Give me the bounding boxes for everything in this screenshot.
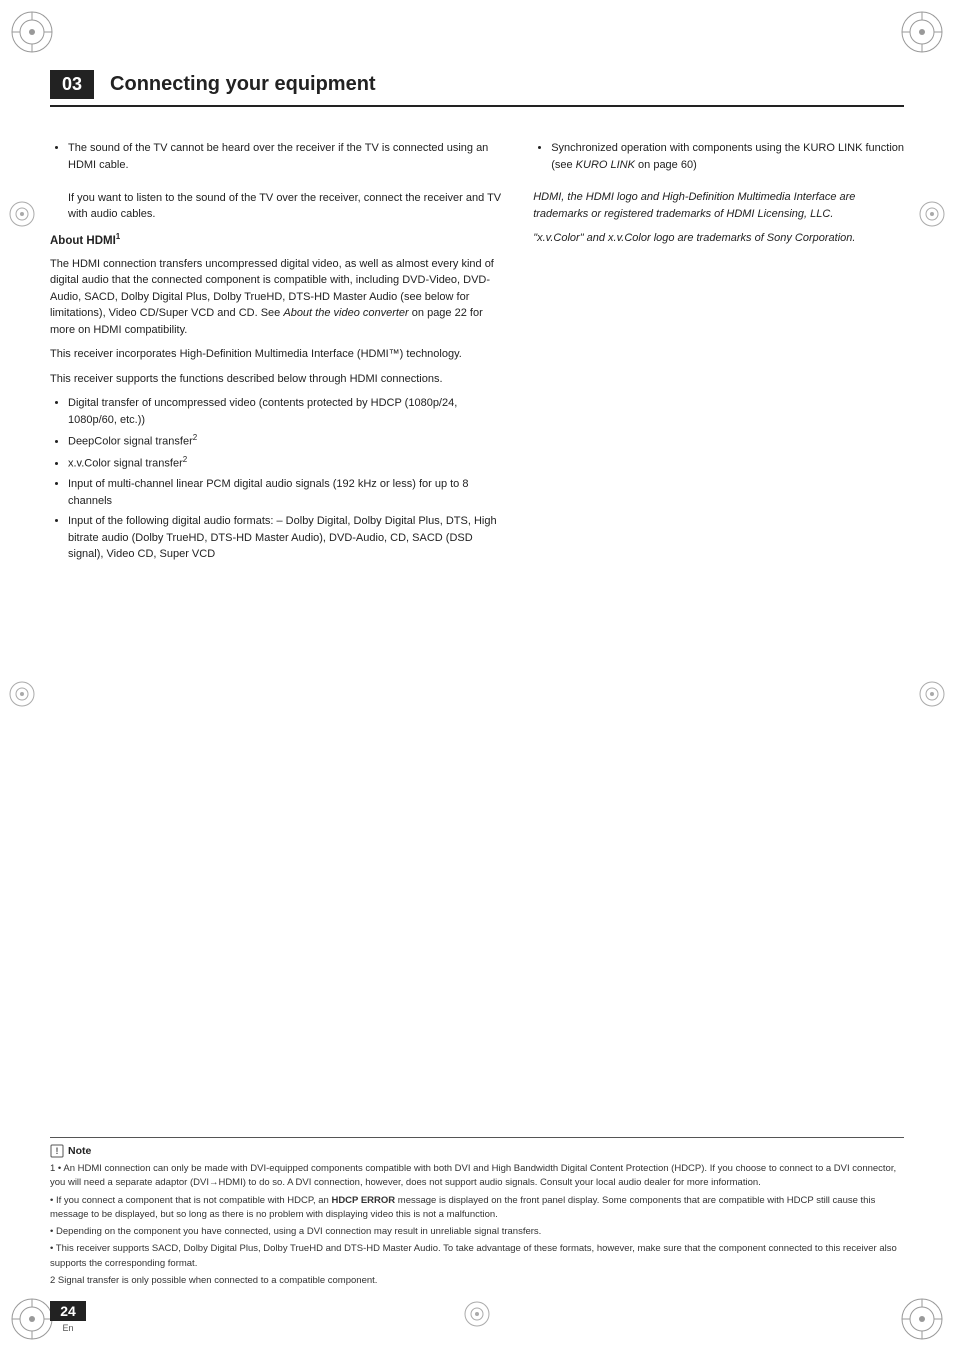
note-item-1: 1 • An HDMI connection can only be made … xyxy=(50,1162,904,1191)
corner-decoration-tl xyxy=(8,8,56,56)
hdmi-para2: This receiver incorporates High-Definiti… xyxy=(50,346,503,363)
xvcolor-trademark: "x.v.Color" and x.v.Color logo are trade… xyxy=(533,230,904,247)
side-decoration-right-mid xyxy=(918,680,946,711)
note-label: Note xyxy=(68,1145,91,1157)
note-item-5: 2 Signal transfer is only possible when … xyxy=(50,1274,904,1288)
side-decoration-left-mid xyxy=(8,680,36,711)
hdmi-para1: The HDMI connection transfers uncompress… xyxy=(50,256,503,339)
note-item-2: • If you connect a component that is not… xyxy=(50,1194,904,1223)
left-column: The sound of the TV cannot be heard over… xyxy=(50,140,503,571)
svg-text:!: ! xyxy=(56,1146,59,1156)
list-item: Input of the following digital audio for… xyxy=(68,513,503,563)
chapter-title: Connecting your equipment xyxy=(110,73,376,96)
corner-decoration-br xyxy=(898,1295,946,1343)
list-item: Digital transfer of uncompressed video (… xyxy=(68,395,503,428)
note-icon: ! xyxy=(50,1144,64,1158)
note-item-3: • Depending on the component you have co… xyxy=(50,1225,904,1239)
bottom-center-decoration xyxy=(463,1300,491,1331)
corner-decoration-bl xyxy=(8,1295,56,1343)
side-decoration-right-top xyxy=(918,200,946,231)
top-bullets: The sound of the TV cannot be heard over… xyxy=(68,140,503,223)
note-box: ! Note 1 • An HDMI connection can only b… xyxy=(50,1137,904,1291)
page-language: En xyxy=(62,1323,73,1333)
page-number-area: 24 En xyxy=(50,1301,86,1333)
list-item: DeepColor signal transfer2 xyxy=(68,432,503,450)
feature-bullets: Digital transfer of uncompressed video (… xyxy=(68,395,503,563)
list-item: x.v.Color signal transfer2 xyxy=(68,454,503,472)
content-columns: The sound of the TV cannot be heard over… xyxy=(50,140,904,571)
page-header: 03 Connecting your equipment xyxy=(50,70,904,107)
list-item: Input of multi-channel linear PCM digita… xyxy=(68,476,503,509)
page-number: 24 xyxy=(50,1301,86,1321)
note-content: 1 • An HDMI connection can only be made … xyxy=(50,1162,904,1288)
right-bullets: Synchronized operation with components u… xyxy=(551,140,904,173)
corner-decoration-tr xyxy=(898,8,946,56)
side-decoration-left-top xyxy=(8,200,36,231)
list-item: The sound of the TV cannot be heard over… xyxy=(68,140,503,223)
note-header: ! Note xyxy=(50,1144,904,1158)
hdmi-para3: This receiver supports the functions des… xyxy=(50,371,503,388)
right-column: Synchronized operation with components u… xyxy=(533,140,904,571)
chapter-number: 03 xyxy=(50,70,94,99)
about-hdmi-heading: About HDMI1 xyxy=(50,231,503,250)
hdmi-trademark: HDMI, the HDMI logo and High-Definition … xyxy=(533,189,904,222)
main-content: The sound of the TV cannot be heard over… xyxy=(50,140,904,1251)
list-item: Synchronized operation with components u… xyxy=(551,140,904,173)
note-item-4: • This receiver supports SACD, Dolby Dig… xyxy=(50,1242,904,1271)
